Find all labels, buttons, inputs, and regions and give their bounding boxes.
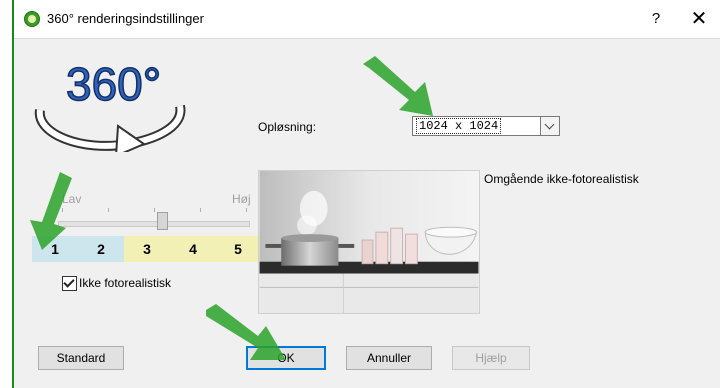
annotation-arrow-icon (206, 304, 286, 360)
resolution-label: Opløsning: (258, 120, 317, 134)
quality-slider-track[interactable] (58, 221, 250, 227)
preview-mode-label: Omgående ikke-fotorealistisk (484, 172, 639, 186)
title-bar: 360° renderingsindstillinger ? ✕ (14, 0, 720, 39)
annotation-arrow-icon (363, 56, 433, 116)
logo-360-icon: 360° (34, 57, 186, 152)
slider-tick (246, 208, 247, 212)
checkmark-icon[interactable] (62, 276, 77, 291)
render-settings-dialog: 360° renderingsindstillinger ? ✕ 360° La… (14, 0, 720, 388)
preview-image (258, 170, 480, 314)
quality-level-3: 3 (124, 236, 170, 262)
resolution-value: 1024 x 1024 (416, 118, 502, 134)
annotation-arrow-icon (30, 172, 72, 250)
logo-text: 360° (66, 58, 161, 110)
quality-level-4: 4 (170, 236, 216, 262)
quality-high-label: Høj (232, 192, 251, 206)
quality-level-2: 2 (78, 236, 124, 262)
slider-tick (154, 208, 155, 212)
dropdown-caret-icon[interactable] (540, 116, 560, 136)
slider-tick (108, 208, 109, 212)
dialog-title: 360° renderingsindstillinger (47, 11, 204, 26)
quality-slider-thumb[interactable] (157, 212, 168, 230)
checkbox-label: Ikke fotorealistisk (79, 276, 172, 290)
screenshot-border-left (0, 0, 14, 388)
screenshot-border-right (720, 0, 728, 388)
cancel-button[interactable]: Annuller (346, 346, 432, 370)
close-icon[interactable]: ✕ (684, 5, 714, 33)
app-icon (24, 11, 40, 27)
help-icon[interactable]: ? (646, 9, 666, 29)
slider-tick (200, 208, 201, 212)
help-button[interactable]: Hjælp (452, 346, 530, 370)
quality-level-5: 5 (216, 236, 260, 262)
standard-button[interactable]: Standard (38, 346, 124, 370)
